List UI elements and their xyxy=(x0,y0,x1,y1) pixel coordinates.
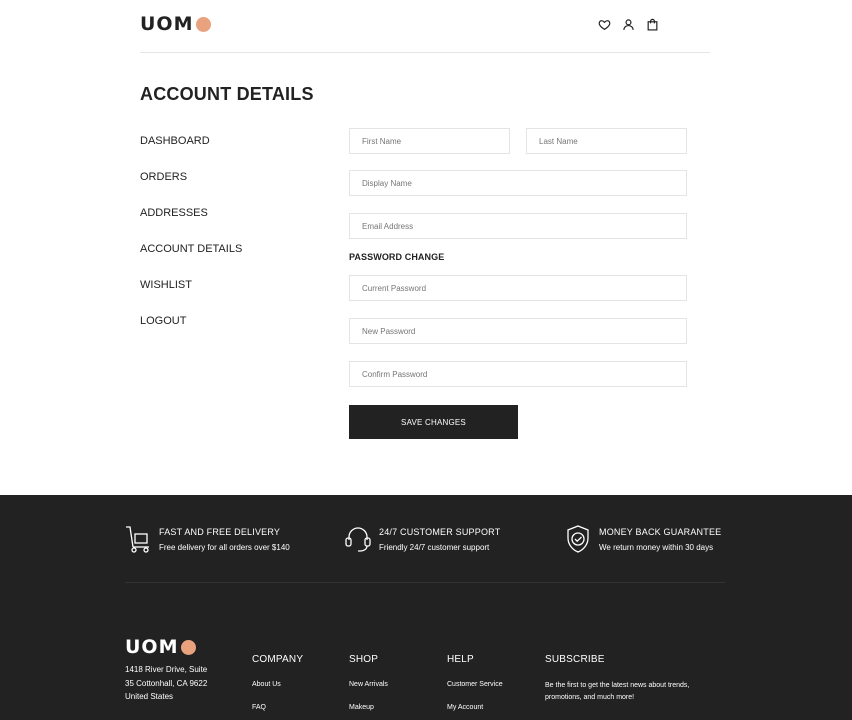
first-name-input[interactable] xyxy=(349,128,510,154)
features-bar: FAST AND FREE DELIVERY Free delivery for… xyxy=(125,495,725,583)
footer-link-new-arrivals[interactable]: New Arrivals xyxy=(349,681,388,688)
sidebar-item-logout[interactable]: LOGOUT xyxy=(140,314,300,350)
address-line: 1418 River Drive, Suite xyxy=(125,665,208,674)
current-password-input[interactable] xyxy=(349,275,687,301)
footer-link-my-account[interactable]: My Account xyxy=(447,704,483,711)
footer-link-customer-service[interactable]: Customer Service xyxy=(447,681,503,688)
logo-dot xyxy=(180,639,196,655)
display-name-input[interactable] xyxy=(349,170,687,196)
feature-title: FAST AND FREE DELIVERY xyxy=(159,527,281,537)
footer-link-faq[interactable]: FAQ xyxy=(252,704,266,711)
account-sidebar: DASHBOARD ORDERS ADDRESSES ACCOUNT DETAI… xyxy=(140,134,300,350)
password-change-heading: PASSWORD CHANGE xyxy=(349,252,445,262)
feature-subtitle: We return money within 30 days xyxy=(599,543,714,552)
save-changes-button[interactable]: SAVE CHANGES xyxy=(349,405,518,439)
page-title: ACCOUNT DETAILS xyxy=(140,84,314,104)
site-header: UOM xyxy=(140,0,710,53)
header-icons xyxy=(597,17,659,31)
feature-support: 24/7 CUSTOMER SUPPORT Friendly 24/7 cust… xyxy=(345,525,500,553)
footer-column-subscribe: SUBSCRIBE Be the first to get the latest… xyxy=(545,654,689,701)
feature-subtitle: Friendly 24/7 customer support xyxy=(379,543,490,552)
feature-title: 24/7 CUSTOMER SUPPORT xyxy=(379,527,501,537)
email-input[interactable] xyxy=(349,213,687,239)
delivery-cart-icon xyxy=(126,526,149,553)
last-name-input[interactable] xyxy=(526,128,687,154)
footer-column-company: COMPANY About Us FAQ xyxy=(252,654,304,711)
footer-column-shop: SHOP New Arrivals Makeup xyxy=(349,654,388,711)
footer-logo[interactable]: UOM xyxy=(125,637,196,657)
footer-link-about-us[interactable]: About Us xyxy=(252,681,281,688)
feature-title: MONEY BACK GUARANTEE xyxy=(599,527,722,537)
footer-link-makeup[interactable]: Makeup xyxy=(349,704,374,711)
address-line: 35 Cottonhall, CA 9622 xyxy=(125,678,208,688)
headset-icon xyxy=(345,527,371,552)
footer-column-title: COMPANY xyxy=(252,654,304,665)
brand-logo[interactable]: UOM xyxy=(140,14,211,34)
sidebar-item-dashboard[interactable]: DASHBOARD xyxy=(140,134,300,170)
footer-address: 1418 River Drive, Suite 35 Cottonhall, C… xyxy=(125,663,207,704)
logo-text: UOM xyxy=(140,13,194,35)
address-line: United States xyxy=(125,692,174,701)
footer-logo-text: UOM xyxy=(125,636,179,658)
sidebar-item-account-details[interactable]: ACCOUNT DETAILS xyxy=(140,242,300,278)
user-icon[interactable] xyxy=(621,17,635,31)
feature-subtitle: Free delivery for all orders over $140 xyxy=(159,543,290,552)
sidebar-item-addresses[interactable]: ADDRESSES xyxy=(140,206,300,242)
footer-column-title: HELP xyxy=(447,654,474,665)
feature-delivery: FAST AND FREE DELIVERY Free delivery for… xyxy=(125,525,290,553)
footer-column-title: SHOP xyxy=(349,654,379,665)
shield-check-icon xyxy=(567,525,589,553)
footer-column-title: SUBSCRIBE xyxy=(545,654,605,665)
new-password-input[interactable] xyxy=(349,318,687,344)
logo-dot xyxy=(195,16,211,32)
footer-column-help: HELP Customer Service My Account xyxy=(447,654,503,711)
shopping-bag-icon[interactable] xyxy=(645,17,659,31)
subscribe-text: Be the first to get the latest news abou… xyxy=(545,682,690,701)
sidebar-item-orders[interactable]: ORDERS xyxy=(140,170,300,206)
site-footer: FAST AND FREE DELIVERY Free delivery for… xyxy=(0,495,852,720)
feature-guarantee: MONEY BACK GUARANTEE We return money wit… xyxy=(565,525,721,553)
sidebar-item-wishlist[interactable]: WISHLIST xyxy=(140,278,300,314)
heart-icon[interactable] xyxy=(597,17,611,31)
confirm-password-input[interactable] xyxy=(349,361,687,387)
